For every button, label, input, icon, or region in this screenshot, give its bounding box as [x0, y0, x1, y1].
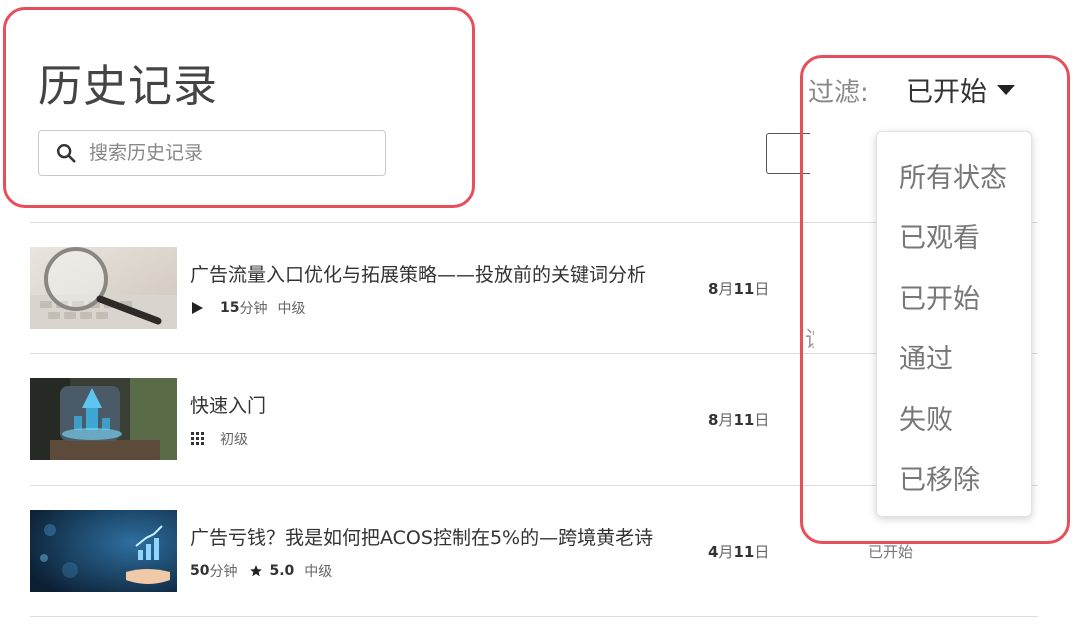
history-item-title[interactable]: 广告亏钱？我是如何把ACOS控制在5%的—跨境黄老诗 [190, 523, 653, 550]
level-label: 初级 [220, 432, 248, 448]
play-icon [192, 302, 203, 314]
history-item-title[interactable]: 快速入门 [190, 391, 266, 418]
level-label: 中级 [304, 564, 333, 580]
rating-value: 5.0 [269, 563, 295, 579]
history-item-date: 8月11日 [708, 411, 770, 429]
grid-icon [191, 432, 204, 445]
history-item-date: 8月11日 [708, 280, 770, 298]
level-label: 中级 [277, 301, 306, 317]
history-item-meta: 15 分钟 中级 [190, 298, 305, 318]
thumbnail-magnifier[interactable] [30, 247, 177, 329]
star-icon [250, 565, 263, 577]
row-divider [30, 616, 1038, 617]
history-item-date: 4月11日 [708, 543, 770, 561]
history-item-title[interactable]: 广告流量入口优化与拓展策略——投放前的关键词分析 [190, 260, 646, 287]
highlight-frame-filter [800, 55, 1070, 544]
thumbnail-hologram[interactable] [30, 378, 177, 460]
history-item-status: 已开始 [868, 543, 914, 561]
history-item-meta: 初级 [190, 429, 248, 449]
highlight-frame-header [3, 7, 475, 208]
history-item-meta: 50 分钟 5.0 中级 [190, 563, 333, 580]
thumbnail-chart-hand[interactable] [30, 510, 177, 592]
